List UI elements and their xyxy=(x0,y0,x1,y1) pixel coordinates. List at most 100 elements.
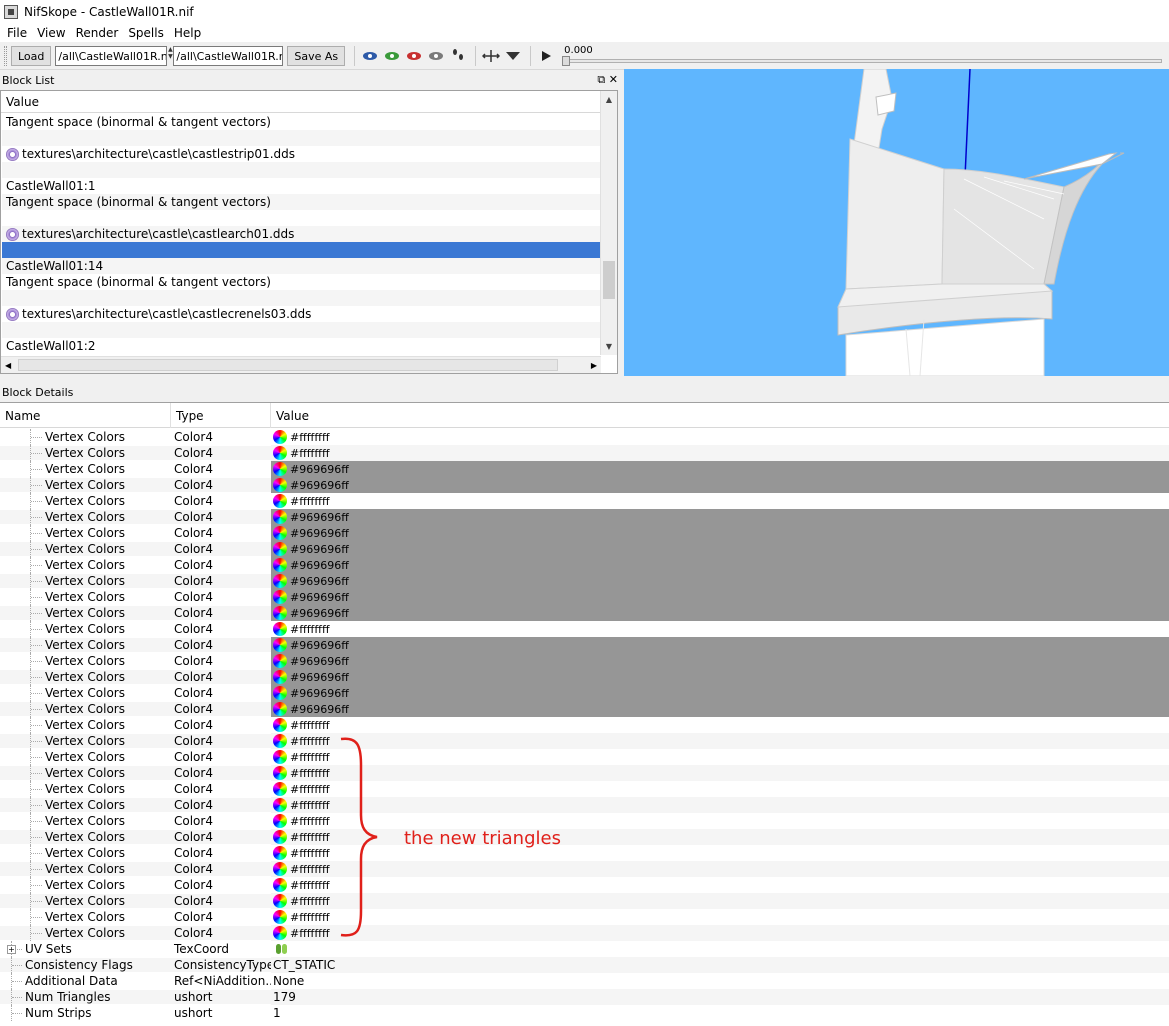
row-value[interactable]: #ffffffff xyxy=(271,493,1169,509)
vertex-color-row[interactable]: Vertex Colors Color4 #ffffffff xyxy=(0,845,1169,861)
vertex-color-row[interactable]: Vertex Colors Color4 #969696ff xyxy=(0,669,1169,685)
vertex-color-row[interactable]: Vertex Colors Color4 #ffffffff xyxy=(0,797,1169,813)
detail-row-uv-sets[interactable]: + UV Sets TexCoord xyxy=(0,941,1169,957)
view-eye-green-icon[interactable] xyxy=(382,46,402,66)
toolbar-grip[interactable] xyxy=(4,46,7,66)
color-wheel-icon[interactable] xyxy=(273,462,287,476)
detail-row-num-strips[interactable]: Num Strips ushort 1 xyxy=(0,1005,1169,1021)
vertex-color-row[interactable]: Vertex Colors Color4 #ffffffff xyxy=(0,925,1169,941)
row-value[interactable]: #969696ff xyxy=(271,685,1169,701)
row-value[interactable]: #969696ff xyxy=(271,637,1169,653)
vertex-color-row[interactable]: Vertex Colors Color4 #ffffffff xyxy=(0,861,1169,877)
row-value[interactable]: 1 xyxy=(271,1005,1169,1021)
block-list-hscroll[interactable]: ◀ ▶ xyxy=(1,356,601,373)
color-wheel-icon[interactable] xyxy=(273,494,287,508)
menu-view[interactable]: View xyxy=(32,26,70,40)
vertex-color-row[interactable]: Vertex Colors Color4 #ffffffff xyxy=(0,749,1169,765)
animation-time-slider[interactable]: 0.000 xyxy=(562,44,1163,68)
load-button[interactable]: Load xyxy=(11,46,52,66)
color-wheel-icon[interactable] xyxy=(273,526,287,540)
row-value[interactable] xyxy=(271,941,1169,957)
play-icon[interactable] xyxy=(536,46,556,66)
vertex-color-row[interactable]: Vertex Colors Color4 #ffffffff xyxy=(0,445,1169,461)
block-list-row[interactable] xyxy=(2,162,600,178)
color-wheel-icon[interactable] xyxy=(273,478,287,492)
scroll-down-icon[interactable]: ▼ xyxy=(601,338,617,355)
color-wheel-icon[interactable] xyxy=(273,926,287,940)
vertex-color-row[interactable]: Vertex Colors Color4 #969696ff xyxy=(0,509,1169,525)
vertex-color-row[interactable]: Vertex Colors Color4 #ffffffff xyxy=(0,877,1169,893)
time-slider-track[interactable] xyxy=(562,59,1163,63)
row-value[interactable]: #ffffffff xyxy=(271,813,1169,829)
row-value[interactable]: #969696ff xyxy=(271,573,1169,589)
block-list-row[interactable]: textures\architecture\castle\castlecrene… xyxy=(2,306,600,322)
axis-split-icon[interactable] xyxy=(481,46,501,66)
vertex-color-row[interactable]: Vertex Colors Color4 #ffffffff xyxy=(0,717,1169,733)
vscroll-thumb[interactable] xyxy=(603,261,615,299)
block-list-row[interactable]: Tangent space (binormal & tangent vector… xyxy=(2,194,600,210)
color-wheel-icon[interactable] xyxy=(273,702,287,716)
block-list-row[interactable]: CastleWall01:1 xyxy=(2,178,600,194)
vertex-color-row[interactable]: Vertex Colors Color4 #969696ff xyxy=(0,477,1169,493)
color-wheel-icon[interactable] xyxy=(273,814,287,828)
vertex-color-row[interactable]: Vertex Colors Color4 #ffffffff xyxy=(0,429,1169,445)
color-wheel-icon[interactable] xyxy=(273,846,287,860)
time-slider-thumb[interactable] xyxy=(562,56,571,66)
color-wheel-icon[interactable] xyxy=(273,766,287,780)
row-value[interactable]: #ffffffff xyxy=(271,717,1169,733)
menu-file[interactable]: File xyxy=(2,26,32,40)
walk-mode-icon[interactable] xyxy=(448,46,468,66)
menu-help[interactable]: Help xyxy=(169,26,206,40)
color-wheel-icon[interactable] xyxy=(273,542,287,556)
row-value[interactable]: #ffffffff xyxy=(271,909,1169,925)
block-list-row[interactable] xyxy=(2,210,600,226)
row-value[interactable]: #ffffffff xyxy=(271,877,1169,893)
vertex-color-row[interactable]: Vertex Colors Color4 #969696ff xyxy=(0,461,1169,477)
row-value[interactable]: #969696ff xyxy=(271,477,1169,493)
color-wheel-icon[interactable] xyxy=(273,798,287,812)
color-wheel-icon[interactable] xyxy=(273,638,287,652)
color-wheel-icon[interactable] xyxy=(273,894,287,908)
vertex-color-row[interactable]: Vertex Colors Color4 #969696ff xyxy=(0,557,1169,573)
block-list-row[interactable] xyxy=(2,242,600,258)
undock-icon[interactable]: ⧉ ✕ xyxy=(597,73,618,87)
block-list-vscroll[interactable]: ▲ ▼ xyxy=(600,91,617,355)
block-list-row[interactable]: Tangent space (binormal & tangent vector… xyxy=(2,114,600,130)
render-viewport[interactable] xyxy=(624,69,1169,376)
detail-row-num-triangles[interactable]: Num Triangles ushort 179 xyxy=(0,989,1169,1005)
color-wheel-icon[interactable] xyxy=(273,590,287,604)
color-wheel-icon[interactable] xyxy=(273,734,287,748)
color-wheel-icon[interactable] xyxy=(273,750,287,764)
row-value[interactable]: #969696ff xyxy=(271,557,1169,573)
row-value[interactable]: #ffffffff xyxy=(271,445,1169,461)
row-value[interactable]: #969696ff xyxy=(271,541,1169,557)
view-dropdown-icon[interactable] xyxy=(503,46,523,66)
row-value[interactable]: #969696ff xyxy=(271,509,1169,525)
row-value[interactable]: #969696ff xyxy=(271,525,1169,541)
vertex-color-row[interactable]: Vertex Colors Color4 #969696ff xyxy=(0,605,1169,621)
color-wheel-icon[interactable] xyxy=(273,862,287,876)
color-wheel-icon[interactable] xyxy=(273,622,287,636)
row-value[interactable]: #969696ff xyxy=(271,461,1169,477)
color-wheel-icon[interactable] xyxy=(273,670,287,684)
view-eye-blue-icon[interactable] xyxy=(360,46,380,66)
block-list-row[interactable]: textures\architecture\castle\castlestrip… xyxy=(2,146,600,162)
view-eye-red-icon[interactable] xyxy=(404,46,424,66)
row-value[interactable]: #ffffffff xyxy=(271,893,1169,909)
color-wheel-icon[interactable] xyxy=(273,558,287,572)
row-value[interactable]: 179 xyxy=(271,989,1169,1005)
color-wheel-icon[interactable] xyxy=(273,430,287,444)
detail-row-consistency-flags[interactable]: Consistency Flags ConsistencyType CT_STATI… xyxy=(0,957,1169,973)
menu-render[interactable]: Render xyxy=(71,26,124,40)
detail-row-additional-data[interactable]: Additional Data Ref<NiAddition... None xyxy=(0,973,1169,989)
vertex-color-row[interactable]: Vertex Colors Color4 #969696ff xyxy=(0,589,1169,605)
row-value[interactable]: #969696ff xyxy=(271,653,1169,669)
expand-icon[interactable]: + xyxy=(7,945,16,954)
row-value[interactable]: #ffffffff xyxy=(271,749,1169,765)
vertex-color-row[interactable]: Vertex Colors Color4 #969696ff xyxy=(0,525,1169,541)
color-wheel-icon[interactable] xyxy=(273,910,287,924)
row-value[interactable]: #969696ff xyxy=(271,605,1169,621)
row-value[interactable]: #ffffffff xyxy=(271,861,1169,877)
vertex-color-row[interactable]: Vertex Colors Color4 #ffffffff xyxy=(0,909,1169,925)
vertex-color-row[interactable]: Vertex Colors Color4 #ffffffff xyxy=(0,765,1169,781)
